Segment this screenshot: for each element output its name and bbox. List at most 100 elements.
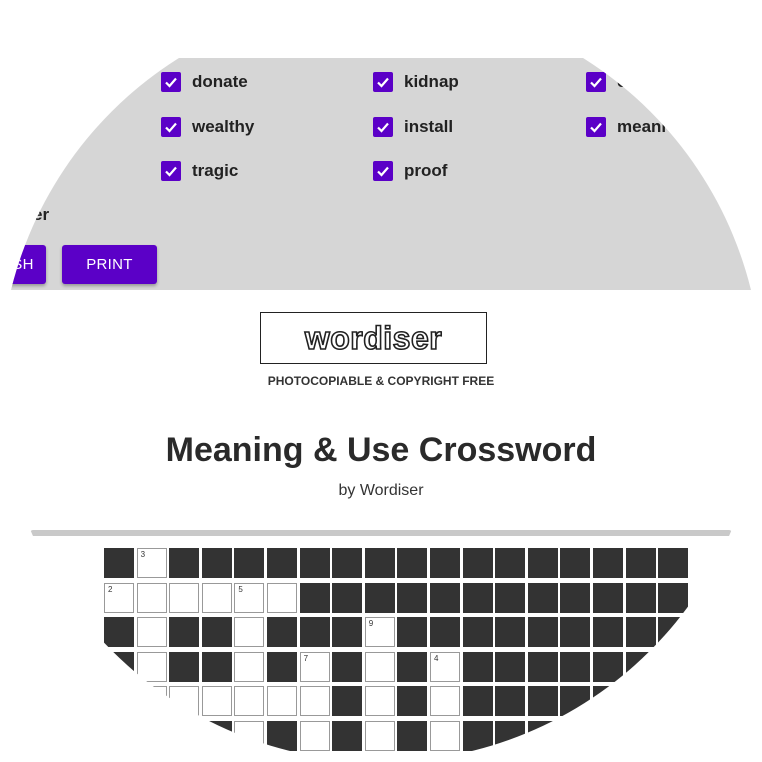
grid-block — [332, 617, 363, 648]
word-option[interactable]: wealthy — [161, 115, 254, 139]
grid-cell[interactable] — [299, 720, 330, 751]
grid-block — [332, 720, 363, 751]
grid-block — [430, 548, 460, 578]
grid-block — [560, 582, 591, 613]
logo-text: wordiser — [304, 319, 443, 357]
wordiser-logo: wordiser — [260, 312, 487, 364]
grid-cell[interactable] — [430, 720, 460, 751]
grid-block — [593, 548, 623, 578]
grid-block — [527, 651, 558, 682]
grid-block — [658, 720, 689, 751]
grid-cell[interactable] — [201, 582, 232, 613]
finish-button-label: SH — [12, 256, 34, 273]
word-option[interactable]: tragic — [161, 159, 238, 183]
grid-block — [104, 651, 134, 682]
grid-cell[interactable] — [364, 686, 395, 717]
grid-cell[interactable] — [267, 686, 297, 717]
word-label: tragic — [192, 161, 239, 180]
grid-block — [201, 651, 232, 682]
show-answer-label[interactable]: nswer — [0, 205, 49, 225]
grid-block — [169, 651, 200, 682]
checkbox-checked-icon[interactable] — [373, 161, 393, 181]
grid-block — [397, 686, 428, 717]
grid-cell[interactable]: 2 — [104, 582, 134, 613]
grid-block — [625, 582, 656, 613]
grid-cell[interactable] — [136, 582, 167, 613]
checkbox-checked-icon[interactable] — [373, 117, 393, 137]
grid-block — [267, 548, 297, 578]
grid-block — [658, 548, 689, 578]
grid-cell[interactable] — [299, 686, 330, 717]
grid-block — [397, 651, 428, 682]
grid-block — [299, 617, 330, 648]
grid-block — [397, 617, 428, 648]
grid-cell[interactable] — [136, 686, 167, 717]
divider — [30, 530, 732, 536]
grid-cell[interactable] — [364, 720, 395, 751]
word-option[interactable]: proof — [373, 159, 447, 183]
grid-block — [625, 617, 656, 648]
grid-cell[interactable] — [234, 720, 265, 751]
grid-cell[interactable]: 9 — [364, 617, 395, 648]
checkbox-checked-icon[interactable] — [161, 117, 181, 137]
clue-number: 2 — [108, 584, 113, 594]
grid-cell[interactable]: 4 — [430, 651, 460, 682]
grid-cell[interactable] — [234, 651, 265, 682]
word-option[interactable]: donate — [161, 70, 248, 94]
checkbox-checked-icon[interactable] — [161, 161, 181, 181]
grid-block — [397, 582, 428, 613]
checkbox-checked-icon[interactable] — [373, 72, 393, 92]
grid-cell[interactable]: 7 — [299, 651, 330, 682]
grid-block — [495, 548, 526, 578]
grid-cell[interactable] — [169, 686, 200, 717]
grid-block — [201, 617, 232, 648]
grid-block — [104, 686, 134, 717]
grid-block — [267, 617, 297, 648]
grid-block — [201, 720, 232, 751]
grid-block — [169, 617, 200, 648]
checkbox-checked-icon[interactable] — [161, 72, 181, 92]
grid-block — [593, 582, 623, 613]
clue-number: 4 — [434, 653, 439, 663]
grid-block — [658, 651, 689, 682]
grid-cell[interactable] — [136, 617, 167, 648]
print-button-label: PRINT — [86, 256, 133, 273]
grid-cell[interactable] — [136, 651, 167, 682]
grid-block — [625, 651, 656, 682]
grid-block — [397, 720, 428, 751]
grid-block — [462, 720, 493, 751]
grid-block — [527, 720, 558, 751]
word-label: donate — [192, 72, 248, 91]
word-option[interactable]: install — [373, 115, 453, 139]
clue-number: 9 — [368, 619, 374, 629]
grid-cell[interactable]: 3 — [136, 548, 167, 578]
word-option[interactable]: kidnap — [373, 70, 459, 94]
grid-cell[interactable] — [364, 651, 395, 682]
grid-block — [495, 651, 526, 682]
grid-cell[interactable] — [430, 686, 460, 717]
grid-block — [462, 686, 493, 717]
grid-block — [267, 720, 297, 751]
word-label: wealthy — [192, 117, 255, 136]
checkbox-checked-icon[interactable] — [586, 72, 606, 92]
grid-block — [527, 617, 558, 648]
grid-block — [267, 651, 297, 682]
grid-block — [104, 617, 134, 648]
grid-cell[interactable] — [169, 582, 200, 613]
word-option[interactable]: meani — [586, 115, 666, 139]
photocopiable-notice: PHOTOCOPIABLE & COPYRIGHT FREE — [267, 374, 495, 388]
grid-cell[interactable] — [234, 686, 265, 717]
grid-cell[interactable] — [201, 686, 232, 717]
checkbox-checked-icon[interactable] — [586, 117, 606, 137]
grid-block — [169, 720, 200, 751]
grid-block — [625, 686, 656, 717]
grid-cell[interactable] — [234, 617, 265, 648]
grid-block — [495, 686, 526, 717]
print-button[interactable]: PRINT — [62, 245, 157, 284]
finish-button[interactable]: SH — [0, 245, 46, 284]
word-option[interactable]: c — [586, 70, 626, 94]
grid-block — [560, 686, 591, 717]
grid-cell[interactable] — [267, 582, 297, 613]
grid-cell[interactable]: 5 — [234, 582, 265, 613]
grid-block — [430, 617, 460, 648]
